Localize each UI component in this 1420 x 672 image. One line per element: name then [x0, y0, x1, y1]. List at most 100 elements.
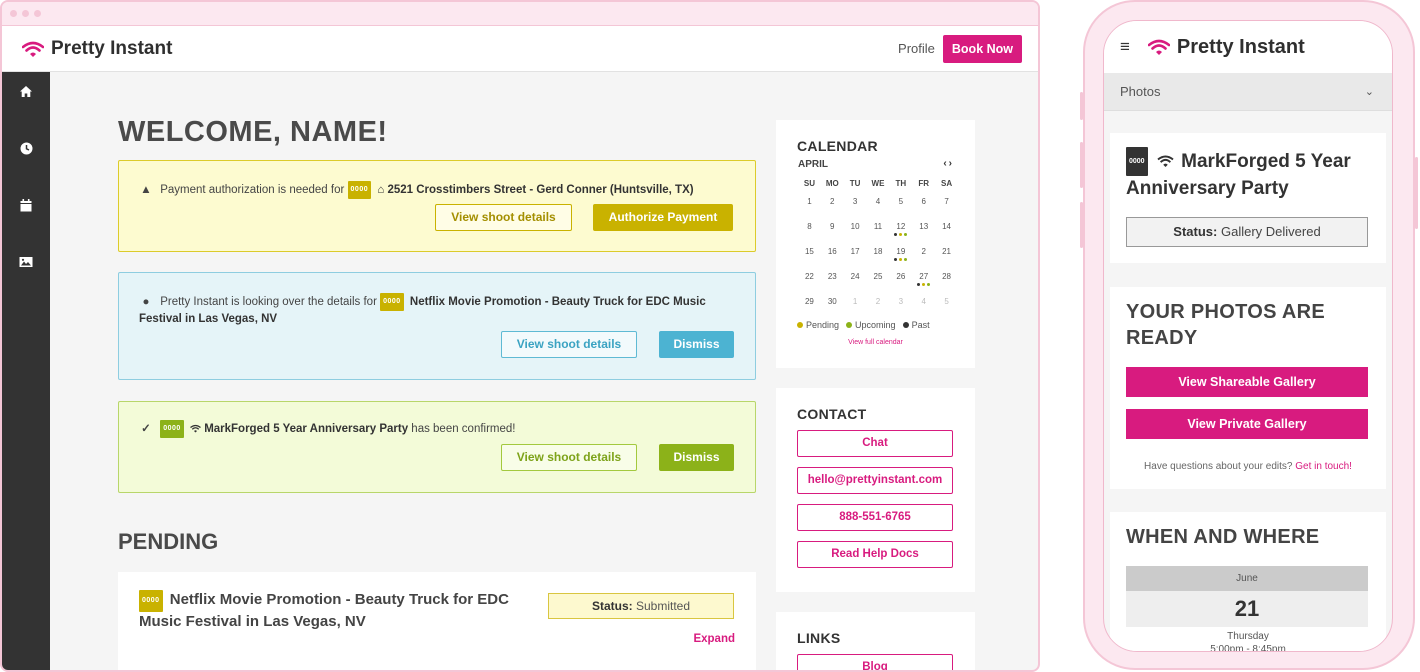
- contact-card: CONTACT Chat hello@prettyinstant.com 888…: [776, 388, 975, 592]
- calendar-day[interactable]: 25: [867, 267, 890, 292]
- calendar-day[interactable]: 27: [912, 267, 935, 292]
- brand-logo[interactable]: Pretty Instant: [1147, 36, 1305, 59]
- alert-text: has been confirmed!: [411, 423, 516, 435]
- calendar-day-number: 6: [921, 197, 926, 206]
- event-dot-past: [894, 258, 898, 261]
- view-shoot-details-button[interactable]: View shoot details: [501, 444, 637, 471]
- sidebar-item-calendar[interactable]: [2, 199, 50, 243]
- blog-button[interactable]: Blog: [797, 654, 953, 670]
- warning-icon: ▲: [140, 184, 152, 196]
- dismiss-button[interactable]: Dismiss: [659, 331, 734, 358]
- view-shareable-gallery-button[interactable]: View Shareable Gallery: [1126, 367, 1368, 397]
- status-label: Status:: [1173, 224, 1218, 239]
- event-dot-pending: [899, 258, 903, 261]
- calendar-day[interactable]: 30: [821, 292, 844, 317]
- book-now-button[interactable]: Book Now: [942, 34, 1022, 63]
- dismiss-button[interactable]: Dismiss: [659, 444, 734, 471]
- view-shoot-details-button[interactable]: View shoot details: [435, 204, 572, 231]
- home-icon: ⌂: [377, 184, 385, 196]
- chat-button[interactable]: Chat: [797, 430, 953, 457]
- calendar-day-number: 29: [804, 297, 814, 306]
- calendar-day[interactable]: 18: [867, 242, 890, 267]
- calendar-day[interactable]: 14: [935, 217, 958, 242]
- calendar-day[interactable]: 8: [798, 217, 821, 242]
- calendar-day[interactable]: 1: [844, 292, 867, 317]
- alert-text: Payment authorization is needed for: [160, 184, 345, 196]
- legend-label: Upcoming: [855, 320, 896, 330]
- calendar-legend: Pending Upcoming Past: [797, 320, 930, 330]
- sidebar-item-photos[interactable]: [2, 256, 50, 300]
- email-button[interactable]: hello@prettyinstant.com: [797, 467, 953, 494]
- calendar-day[interactable]: 24: [844, 267, 867, 292]
- info-icon: ●: [142, 296, 150, 308]
- calendar-day[interactable]: 19: [889, 242, 912, 267]
- section-select[interactable]: Photos ⌄: [1104, 73, 1392, 111]
- calendar-day[interactable]: 5: [935, 292, 958, 317]
- sidebar: [2, 72, 50, 670]
- phone-button[interactable]: 888-551-6765: [797, 504, 953, 531]
- event-dots: [889, 258, 912, 263]
- legend-label: Pending: [806, 320, 840, 330]
- calendar-day[interactable]: 17: [844, 242, 867, 267]
- sidebar-item-history[interactable]: [2, 142, 50, 186]
- expand-link[interactable]: Expand: [693, 633, 735, 645]
- calendar-day[interactable]: 12: [889, 217, 912, 242]
- brand-logo[interactable]: Pretty Instant: [22, 38, 172, 60]
- view-full-calendar-link[interactable]: View full calendar: [776, 339, 975, 346]
- view-private-gallery-button[interactable]: View Private Gallery: [1126, 409, 1368, 439]
- calendar-day[interactable]: 26: [889, 267, 912, 292]
- calendar-day[interactable]: 22: [798, 267, 821, 292]
- calendar-day-number: 28: [942, 272, 952, 281]
- calendar-day-number: 21: [942, 247, 952, 256]
- calendar-day[interactable]: 16: [821, 242, 844, 267]
- authorize-payment-button[interactable]: Authorize Payment: [593, 204, 733, 231]
- calendar-day[interactable]: 11: [867, 217, 890, 242]
- calendar-day[interactable]: 29: [798, 292, 821, 317]
- get-in-touch-link[interactable]: Get in touch!: [1295, 461, 1352, 472]
- calendar-day[interactable]: 23: [821, 267, 844, 292]
- wifi-icon: [190, 424, 201, 433]
- calendar-nav-arrows[interactable]: ‹›: [943, 158, 954, 169]
- calendar-day[interactable]: 4: [912, 292, 935, 317]
- view-shoot-details-button[interactable]: View shoot details: [501, 331, 637, 358]
- legend-dot: [846, 322, 853, 328]
- weekday-label: WE: [871, 179, 885, 188]
- shoot-code-badge: 0000: [139, 590, 163, 612]
- sidebar-item-home[interactable]: [2, 85, 50, 129]
- calendar-day[interactable]: 7: [935, 192, 958, 217]
- calendar-day-number: 11: [873, 222, 883, 231]
- calendar-day[interactable]: 15: [798, 242, 821, 267]
- payment-alert-message: ▲ Payment authorization is needed for 00…: [139, 181, 739, 199]
- event-dot-pending: [899, 233, 903, 236]
- calendar-day-number: 15: [804, 247, 814, 256]
- top-navbar: Pretty Instant Profile Book Now: [2, 26, 1038, 72]
- photos-ready-card: YOUR PHOTOS ARE READY View Shareable Gal…: [1110, 287, 1386, 489]
- calendar-day[interactable]: 5: [889, 192, 912, 217]
- shoot-code-badge: 0000: [160, 420, 184, 438]
- calendar-day[interactable]: 4: [867, 192, 890, 217]
- legend-item: Past: [902, 320, 930, 330]
- calendar-day[interactable]: 2: [912, 242, 935, 267]
- hamburger-menu-icon[interactable]: ≡: [1120, 37, 1130, 57]
- help-docs-button[interactable]: Read Help Docs: [797, 541, 953, 568]
- calendar-day[interactable]: 21: [935, 242, 958, 267]
- calendar-day[interactable]: 13: [912, 217, 935, 242]
- calendar-day[interactable]: 3: [844, 192, 867, 217]
- calendar-day[interactable]: 28: [935, 267, 958, 292]
- calendar-grid: SU MO TU WE TH FR SA 1 2 3 4 5 6 7 8 9 10 11 12 13 14 15 16 17 1…: [798, 176, 958, 317]
- calendar-day[interactable]: 2: [821, 192, 844, 217]
- calendar-day-number: 5: [898, 197, 904, 206]
- calendar-day-number: 25: [873, 272, 883, 281]
- profile-link[interactable]: Profile: [898, 41, 935, 56]
- calendar-day[interactable]: 1: [798, 192, 821, 217]
- calendar-day[interactable]: 9: [821, 217, 844, 242]
- legend-dot: [902, 322, 909, 328]
- event-dot-upcoming: [904, 233, 908, 236]
- calendar-day[interactable]: 6: [912, 192, 935, 217]
- calendar-day[interactable]: 10: [844, 217, 867, 242]
- calendar-day[interactable]: 2: [867, 292, 890, 317]
- calendar-day[interactable]: 3: [889, 292, 912, 317]
- calendar-day-number: 27: [919, 272, 929, 281]
- confirmed-alert-message: ✓ 0000 MarkForged 5 Year Anniversary Par…: [139, 420, 739, 438]
- weekday-label: SU: [803, 179, 815, 188]
